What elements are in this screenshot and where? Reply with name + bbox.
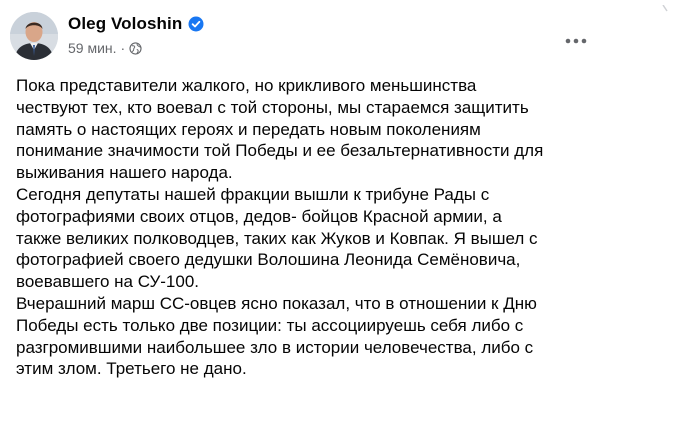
text-line: воевавшего на СУ-100.: [16, 272, 199, 292]
top-edge-control: [655, 0, 685, 12]
verified-badge-icon: [188, 16, 204, 32]
meta-separator: ·: [120, 40, 126, 56]
text-line: чествуют тех, кто воевал с той стороны, …: [16, 97, 529, 117]
text-line: выживания нашего народа.: [16, 163, 233, 183]
post-body: Пока представители жалкого, но крикливог…: [16, 75, 616, 380]
post-time[interactable]: 59 мин.: [68, 40, 117, 56]
text-line: этим злом. Третьего не дано.: [16, 359, 247, 379]
text-line: Победы есть только две позиции: ты ассоц…: [16, 315, 524, 335]
text-line: понимание значимости той Победы и ее без…: [16, 141, 544, 161]
text-line: фотографиями своих отцов, дедов- бойцов …: [16, 206, 502, 226]
facebook-post: Oleg Voloshin 59 мин. · Пока представите…: [0, 0, 690, 433]
text-line: разгромившими наибольшее зло в истории ч…: [16, 337, 534, 357]
text-line: фотографией своего дедушки Волошина Леон…: [16, 250, 521, 270]
globe-icon[interactable]: [129, 41, 142, 55]
author-name[interactable]: Oleg Voloshin: [68, 14, 182, 34]
text-line: Пока представители жалкого, но крикливог…: [16, 76, 477, 95]
text-line: также великих полководцев, таких как Жук…: [16, 228, 538, 248]
author-block: Oleg Voloshin 59 мин. ·: [68, 13, 204, 56]
more-options-button[interactable]: [558, 22, 594, 58]
post-paragraph: Пока представители жалкого, но крикливог…: [16, 75, 616, 184]
post-meta: 59 мин. ·: [68, 40, 204, 56]
text-line: память о настоящих героях и передать нов…: [16, 119, 481, 139]
text-line: Сегодня депутаты нашей фракции вышли к т…: [16, 184, 490, 204]
more-horizontal-icon: [565, 31, 587, 49]
post-header: Oleg Voloshin 59 мин. ·: [10, 12, 680, 62]
text-line: Вчерашний марш СС-овцев ясно показал, чт…: [16, 293, 537, 313]
avatar[interactable]: [10, 12, 58, 60]
author-line: Oleg Voloshin: [68, 13, 204, 35]
post-paragraph: Вчерашний марш СС-овцев ясно показал, чт…: [16, 293, 616, 380]
post-paragraph: Сегодня депутаты нашей фракции вышли к т…: [16, 184, 616, 293]
